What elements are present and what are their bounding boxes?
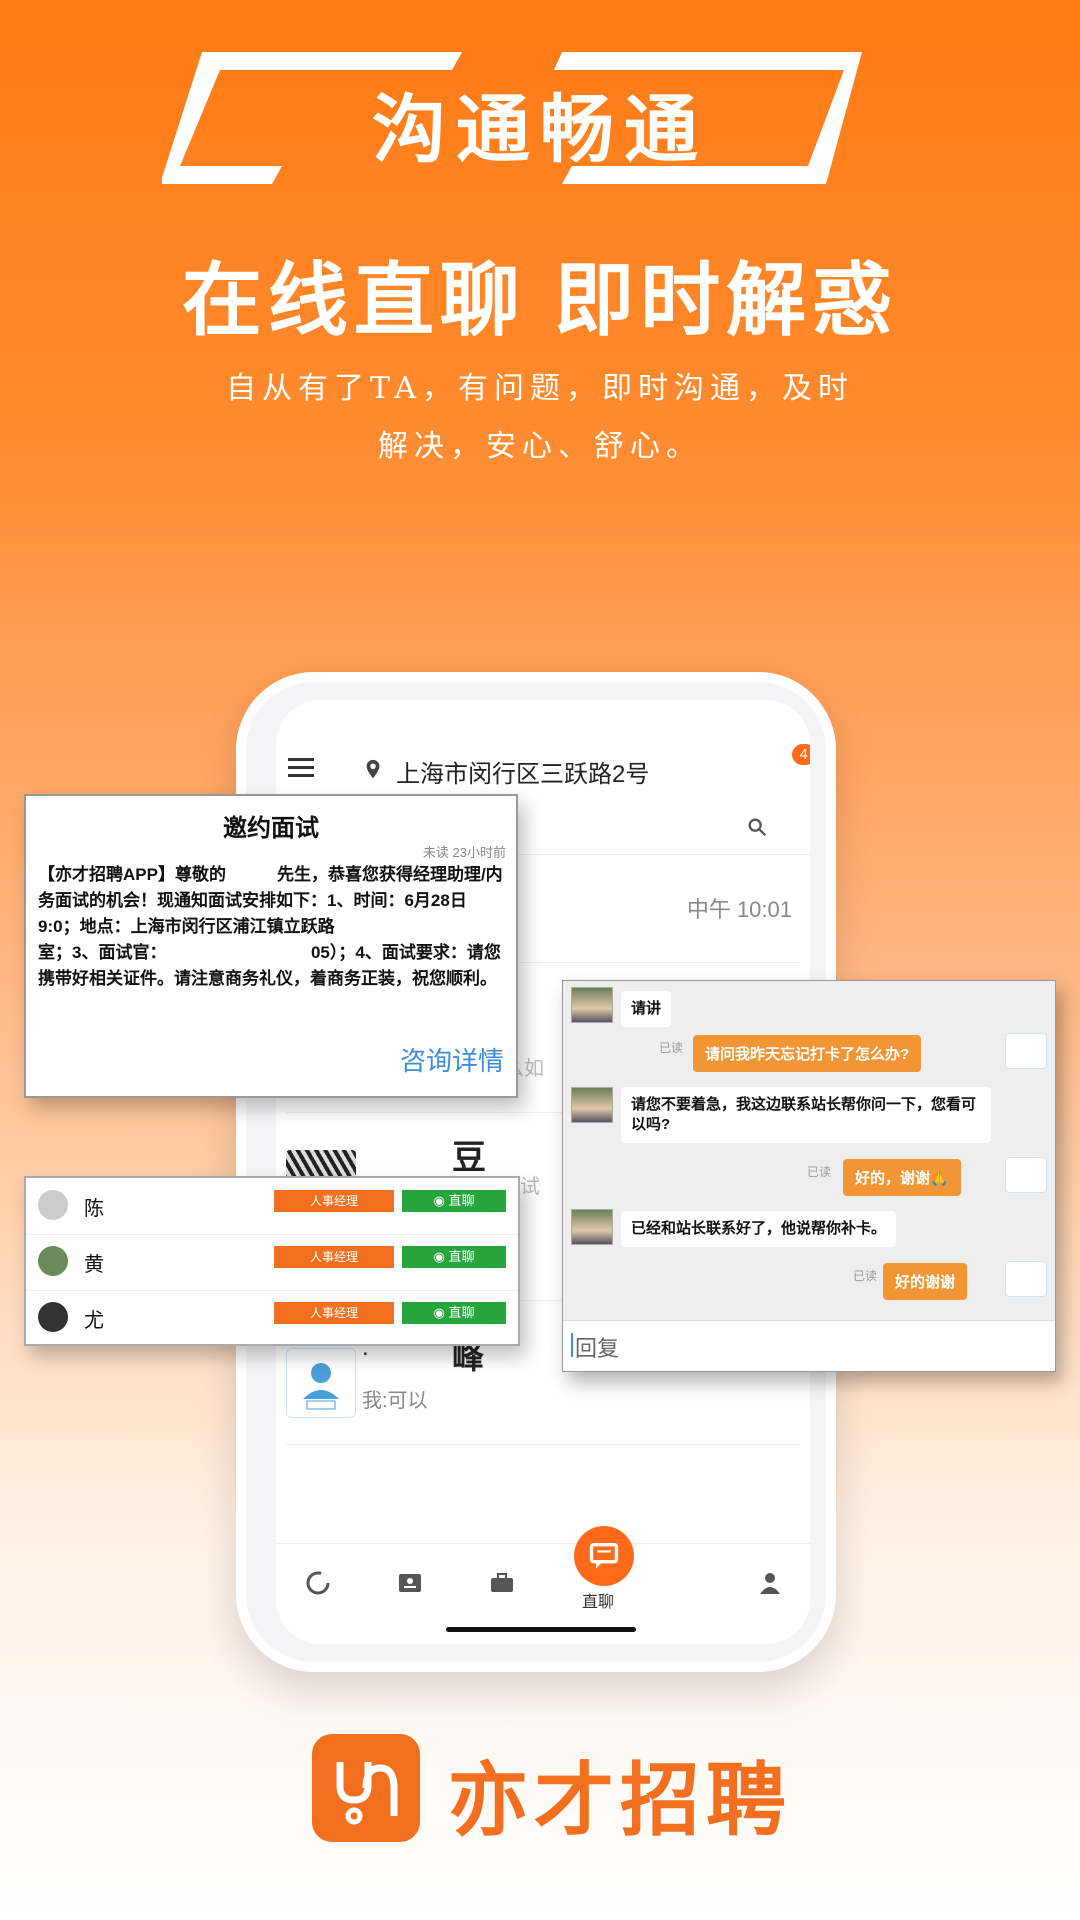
invite-body: 【亦才招聘APP】尊敬的 先生，恭喜您获得经理助理/内务面试的机会！现通知面试安… xyxy=(38,865,503,988)
read-receipt: 已读 xyxy=(807,1165,832,1179)
tab-chat[interactable] xyxy=(574,1526,634,1586)
avatar xyxy=(571,987,613,1023)
consult-details-link[interactable]: 咨询详情 xyxy=(400,1041,504,1078)
default-avatar-icon xyxy=(1005,1157,1047,1193)
invite-meta: 未读 23小时前 xyxy=(422,845,506,860)
list-item[interactable]: 尤 人事经理 ◉ 直聊 xyxy=(26,1290,518,1346)
direct-chat-button[interactable]: ◉ 直聊 xyxy=(402,1302,506,1324)
brand-name: 亦才招聘 xyxy=(448,1756,792,1845)
tab-chat-label[interactable]: 直聊 xyxy=(582,1588,614,1612)
user-icon xyxy=(760,1573,780,1594)
chat-window: 请讲 已读 请问我昨天忘记打卡了怎么办? 请您不要着急，我这边联系站长帮你问一下… xyxy=(562,980,1056,1372)
headline: 沟通畅通 xyxy=(372,88,708,171)
divider xyxy=(286,1444,800,1445)
role-badge: 人事经理 xyxy=(274,1190,394,1212)
message-bubble: 已经和站长联系好了，他说帮你补卡。 xyxy=(621,1211,897,1247)
logo-mark-icon xyxy=(336,1762,398,1825)
briefcase-icon xyxy=(491,1573,513,1592)
home-indicator xyxy=(446,1627,636,1632)
app-topbar: 上海市闵行区三跃路2号 4 xyxy=(276,740,810,800)
brand-logo xyxy=(312,1734,420,1842)
text-cursor xyxy=(571,1333,573,1357)
tab-home[interactable] xyxy=(298,1568,338,1603)
last-message: 我:可以 xyxy=(362,1390,428,1412)
hr-contact-list: 陈 人事经理 ◉ 直聊 黄 人事经理 ◉ 直聊 尤 人事经理 ◉ 直聊 xyxy=(24,1176,520,1346)
message-bubble: 请问我昨天忘记打卡了怎么办? xyxy=(693,1035,922,1072)
message-bubble: 好的，谢谢🙏 xyxy=(843,1159,961,1196)
default-avatar-icon xyxy=(1005,1033,1047,1069)
refresh-icon xyxy=(306,1571,330,1595)
message-bubble: 请您不要着急，我这边联系站长帮你问一下，您看可以吗? xyxy=(621,1087,991,1143)
role-badge: 人事经理 xyxy=(274,1246,394,1268)
bottom-tabbar: 直聊 xyxy=(276,1526,810,1644)
default-avatar-icon xyxy=(1005,1261,1047,1297)
chat-time: 中午 10:01 xyxy=(686,897,792,922)
subheadline: 在线直聊 即时解惑 xyxy=(181,256,899,345)
direct-chat-button[interactable]: ◉ 直聊 xyxy=(402,1246,506,1268)
reply-input[interactable]: 回复 xyxy=(563,1320,1055,1371)
avatar xyxy=(38,1246,68,1276)
notification-badge: 4 xyxy=(791,744,810,765)
avatar xyxy=(38,1302,68,1332)
tab-resume[interactable] xyxy=(390,1568,430,1603)
read-receipt: 已读 xyxy=(853,1269,878,1283)
default-avatar-icon[interactable] xyxy=(286,1348,356,1418)
location-text[interactable]: 上海市闵行区三跃路2号 xyxy=(396,754,649,789)
id-card-icon xyxy=(399,1574,421,1592)
avatar xyxy=(38,1190,68,1220)
direct-chat-button[interactable]: ◉ 直聊 xyxy=(402,1190,506,1212)
role-badge: 人事经理 xyxy=(274,1302,394,1324)
search-icon[interactable] xyxy=(746,816,768,838)
hr-name: 黄 xyxy=(84,1254,104,1276)
tab-profile[interactable] xyxy=(750,1568,790,1603)
contact-name[interactable]: 豆 xyxy=(452,1130,486,1179)
list-item[interactable]: 陈 人事经理 ◉ 直聊 xyxy=(26,1178,518,1235)
read-receipt: 已读 xyxy=(659,1041,684,1055)
chat-snippet: 试 xyxy=(520,1176,540,1198)
message-bubble: 好的谢谢 xyxy=(883,1263,968,1300)
hr-name: 陈 xyxy=(84,1198,104,1220)
tab-jobs[interactable] xyxy=(482,1568,522,1603)
reply-placeholder: 回复 xyxy=(575,1336,620,1361)
list-item[interactable]: 黄 人事经理 ◉ 直聊 xyxy=(26,1234,518,1291)
message-bubble: 请讲 xyxy=(621,991,672,1027)
interview-invite-card: 邀约面试 未读 23小时前 【亦才招聘APP】尊敬的 先生，恭喜您获得经理助理/… xyxy=(24,794,518,1098)
avatar xyxy=(571,1209,613,1245)
invite-title: 邀约面试 xyxy=(223,815,319,842)
location-pin-icon xyxy=(366,759,380,779)
chat-bubble-icon xyxy=(589,1542,619,1569)
menu-icon[interactable] xyxy=(288,758,314,778)
avatar xyxy=(571,1087,613,1123)
tagline: 自从有了TA，有问题，即时沟通，及时 解决，安心、舒心。 xyxy=(225,371,855,464)
hr-name: 尤 xyxy=(84,1310,104,1332)
